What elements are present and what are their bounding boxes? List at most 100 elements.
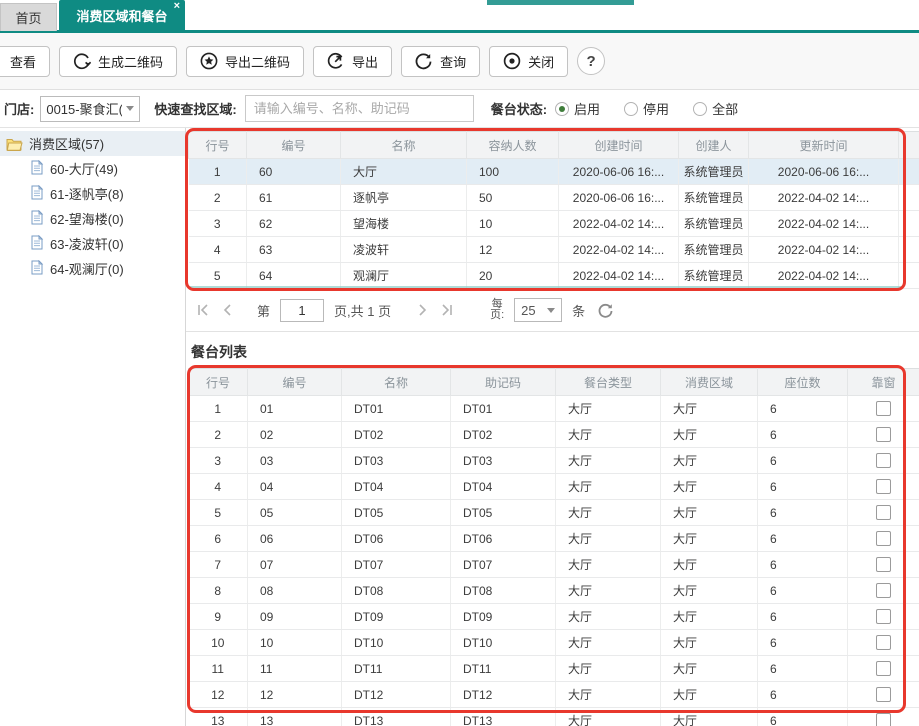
table-cell: 2022-04-02 14:...: [559, 263, 679, 289]
table-row[interactable]: 362望海楼102022-04-02 14:...系统管理员2022-04-02…: [189, 211, 919, 237]
pager-refresh-button[interactable]: [597, 302, 614, 319]
table-row[interactable]: 1313DT13DT13大厅大厅6: [189, 708, 919, 726]
table-cell: 大厅: [556, 708, 661, 726]
tab-close-icon[interactable]: ×: [174, 1, 180, 12]
table-row[interactable]: 707DT07DT07大厅大厅6: [189, 552, 919, 578]
table-cell: 逐帆亭: [341, 185, 467, 211]
table-cell: 大厅: [661, 578, 758, 604]
last-page-button[interactable]: [439, 303, 454, 317]
query-button[interactable]: 查询: [401, 46, 480, 77]
table-status-label: 餐台状态:: [491, 99, 547, 118]
table-row[interactable]: 202DT02DT02大厅大厅6: [189, 422, 919, 448]
close-button[interactable]: 关闭: [489, 46, 568, 77]
document-icon: [30, 235, 44, 253]
table-cell-window: [848, 708, 919, 726]
window-checkbox[interactable]: [876, 401, 891, 416]
window-checkbox[interactable]: [876, 479, 891, 494]
table-row[interactable]: 463凌波轩122022-04-02 14:...系统管理员2022-04-02…: [189, 237, 919, 263]
first-page-button[interactable]: [196, 303, 211, 317]
window-checkbox[interactable]: [876, 557, 891, 572]
tree-item-0[interactable]: 60-大厅(49): [0, 156, 185, 181]
prev-page-button[interactable]: [221, 303, 233, 317]
tree-root-consumption-area[interactable]: 消费区域(57): [0, 131, 185, 156]
section-divider: [186, 331, 919, 332]
table-cell: 6: [758, 708, 848, 726]
per-page-select[interactable]: 25: [514, 298, 562, 322]
table-cell: DT01: [342, 396, 451, 422]
table-cell: 凌波轩: [341, 237, 467, 263]
window-checkbox[interactable]: [876, 713, 891, 726]
table-cell: 100: [467, 159, 559, 185]
tab-consumption-area[interactable]: 消费区域和餐台×: [59, 0, 185, 31]
help-button[interactable]: ?: [577, 47, 605, 75]
table-cell: DT04: [342, 474, 451, 500]
table-row[interactable]: 808DT08DT08大厅大厅6: [189, 578, 919, 604]
table-cell: 62: [247, 211, 341, 237]
quick-search-label: 快速查找区域:: [154, 99, 236, 118]
table-cell: 大厅: [341, 159, 467, 185]
table-row[interactable]: 606DT06DT06大厅大厅6: [189, 526, 919, 552]
table-row[interactable]: 564观澜厅202022-04-02 14:...系统管理员2022-04-02…: [189, 263, 919, 289]
refresh-icon: [415, 52, 433, 70]
table-cell: 6: [758, 656, 848, 682]
tab-bar: 首页消费区域和餐台×: [0, 0, 919, 33]
table-row[interactable]: 261逐帆亭502020-06-06 16:...系统管理员2022-04-02…: [189, 185, 919, 211]
next-page-button[interactable]: [417, 303, 429, 317]
export-qrcode-button[interactable]: 导出二维码: [186, 46, 304, 77]
table-cell: 大厅: [556, 396, 661, 422]
window-checkbox[interactable]: [876, 609, 891, 624]
generate-qrcode-button[interactable]: 生成二维码: [59, 46, 177, 77]
window-checkbox[interactable]: [876, 453, 891, 468]
store-select-value: 0015-聚食汇(: [46, 99, 122, 118]
window-checkbox[interactable]: [876, 427, 891, 442]
table-row[interactable]: 1111DT11DT11大厅大厅6: [189, 656, 919, 682]
table-cell: 大厅: [661, 656, 758, 682]
window-checkbox[interactable]: [876, 635, 891, 650]
table-cell: 12: [467, 237, 559, 263]
prev-page-icon: [221, 303, 233, 317]
window-checkbox[interactable]: [876, 505, 891, 520]
table-cell: 2022-04-02 14:...: [749, 211, 899, 237]
table-cell: 06: [248, 526, 342, 552]
table-cell: 系统管理员: [679, 211, 749, 237]
tree-item-3[interactable]: 63-凌波轩(0): [0, 231, 185, 256]
column-header: 消费区域: [661, 369, 758, 396]
table-row[interactable]: 909DT09DT09大厅大厅6: [189, 604, 919, 630]
table-row[interactable]: 303DT03DT03大厅大厅6: [189, 448, 919, 474]
store-select[interactable]: 0015-聚食汇(: [40, 96, 140, 122]
table-row[interactable]: 1212DT12DT12大厅大厅6: [189, 682, 919, 708]
window-checkbox[interactable]: [876, 661, 891, 676]
table-cell: 64: [247, 263, 341, 289]
table-cell: 大厅: [556, 578, 661, 604]
tree-item-4[interactable]: 64-观澜厅(0): [0, 256, 185, 281]
quick-search-input[interactable]: [245, 95, 474, 122]
table-row[interactable]: 505DT05DT05大厅大厅6: [189, 500, 919, 526]
table-row[interactable]: 160大厅1002020-06-06 16:...系统管理员2020-06-06…: [189, 159, 919, 185]
table-cell: DT05: [342, 500, 451, 526]
table-row[interactable]: 1010DT10DT10大厅大厅6: [189, 630, 919, 656]
status-radio-0[interactable]: 启用: [555, 99, 600, 118]
export-button-label: 导出: [352, 52, 378, 71]
table-row[interactable]: 101DT01DT01大厅大厅6: [189, 396, 919, 422]
table-cell: 63: [247, 237, 341, 263]
table-status-radio-group: 启用 停用 全部: [555, 99, 738, 118]
view-button[interactable]: 查看: [0, 46, 50, 77]
status-radio-1[interactable]: 停用: [624, 99, 669, 118]
status-radio-2[interactable]: 全部: [693, 99, 738, 118]
tree-item-1[interactable]: 61-逐帆亭(8): [0, 181, 185, 206]
table-cell: 2: [189, 185, 247, 211]
header-row: 行号编号名称容纳人数创建时间创建人更新时间: [189, 132, 919, 159]
column-header: 行号: [189, 369, 248, 396]
table-cell: 9: [189, 604, 248, 630]
export-button[interactable]: 导出: [313, 46, 392, 77]
tree-item-2[interactable]: 62-望海楼(0): [0, 206, 185, 231]
table-cell: DT08: [451, 578, 556, 604]
window-checkbox[interactable]: [876, 583, 891, 598]
next-page-icon: [417, 303, 429, 317]
tab-home[interactable]: 首页: [0, 3, 57, 31]
window-checkbox[interactable]: [876, 531, 891, 546]
window-checkbox[interactable]: [876, 687, 891, 702]
table-row[interactable]: 404DT04DT04大厅大厅6: [189, 474, 919, 500]
page-number-input[interactable]: [280, 299, 324, 322]
app-window: 首页消费区域和餐台× 查看生成二维码导出二维码导出查询关闭 ? 门店: 0015…: [0, 0, 919, 726]
